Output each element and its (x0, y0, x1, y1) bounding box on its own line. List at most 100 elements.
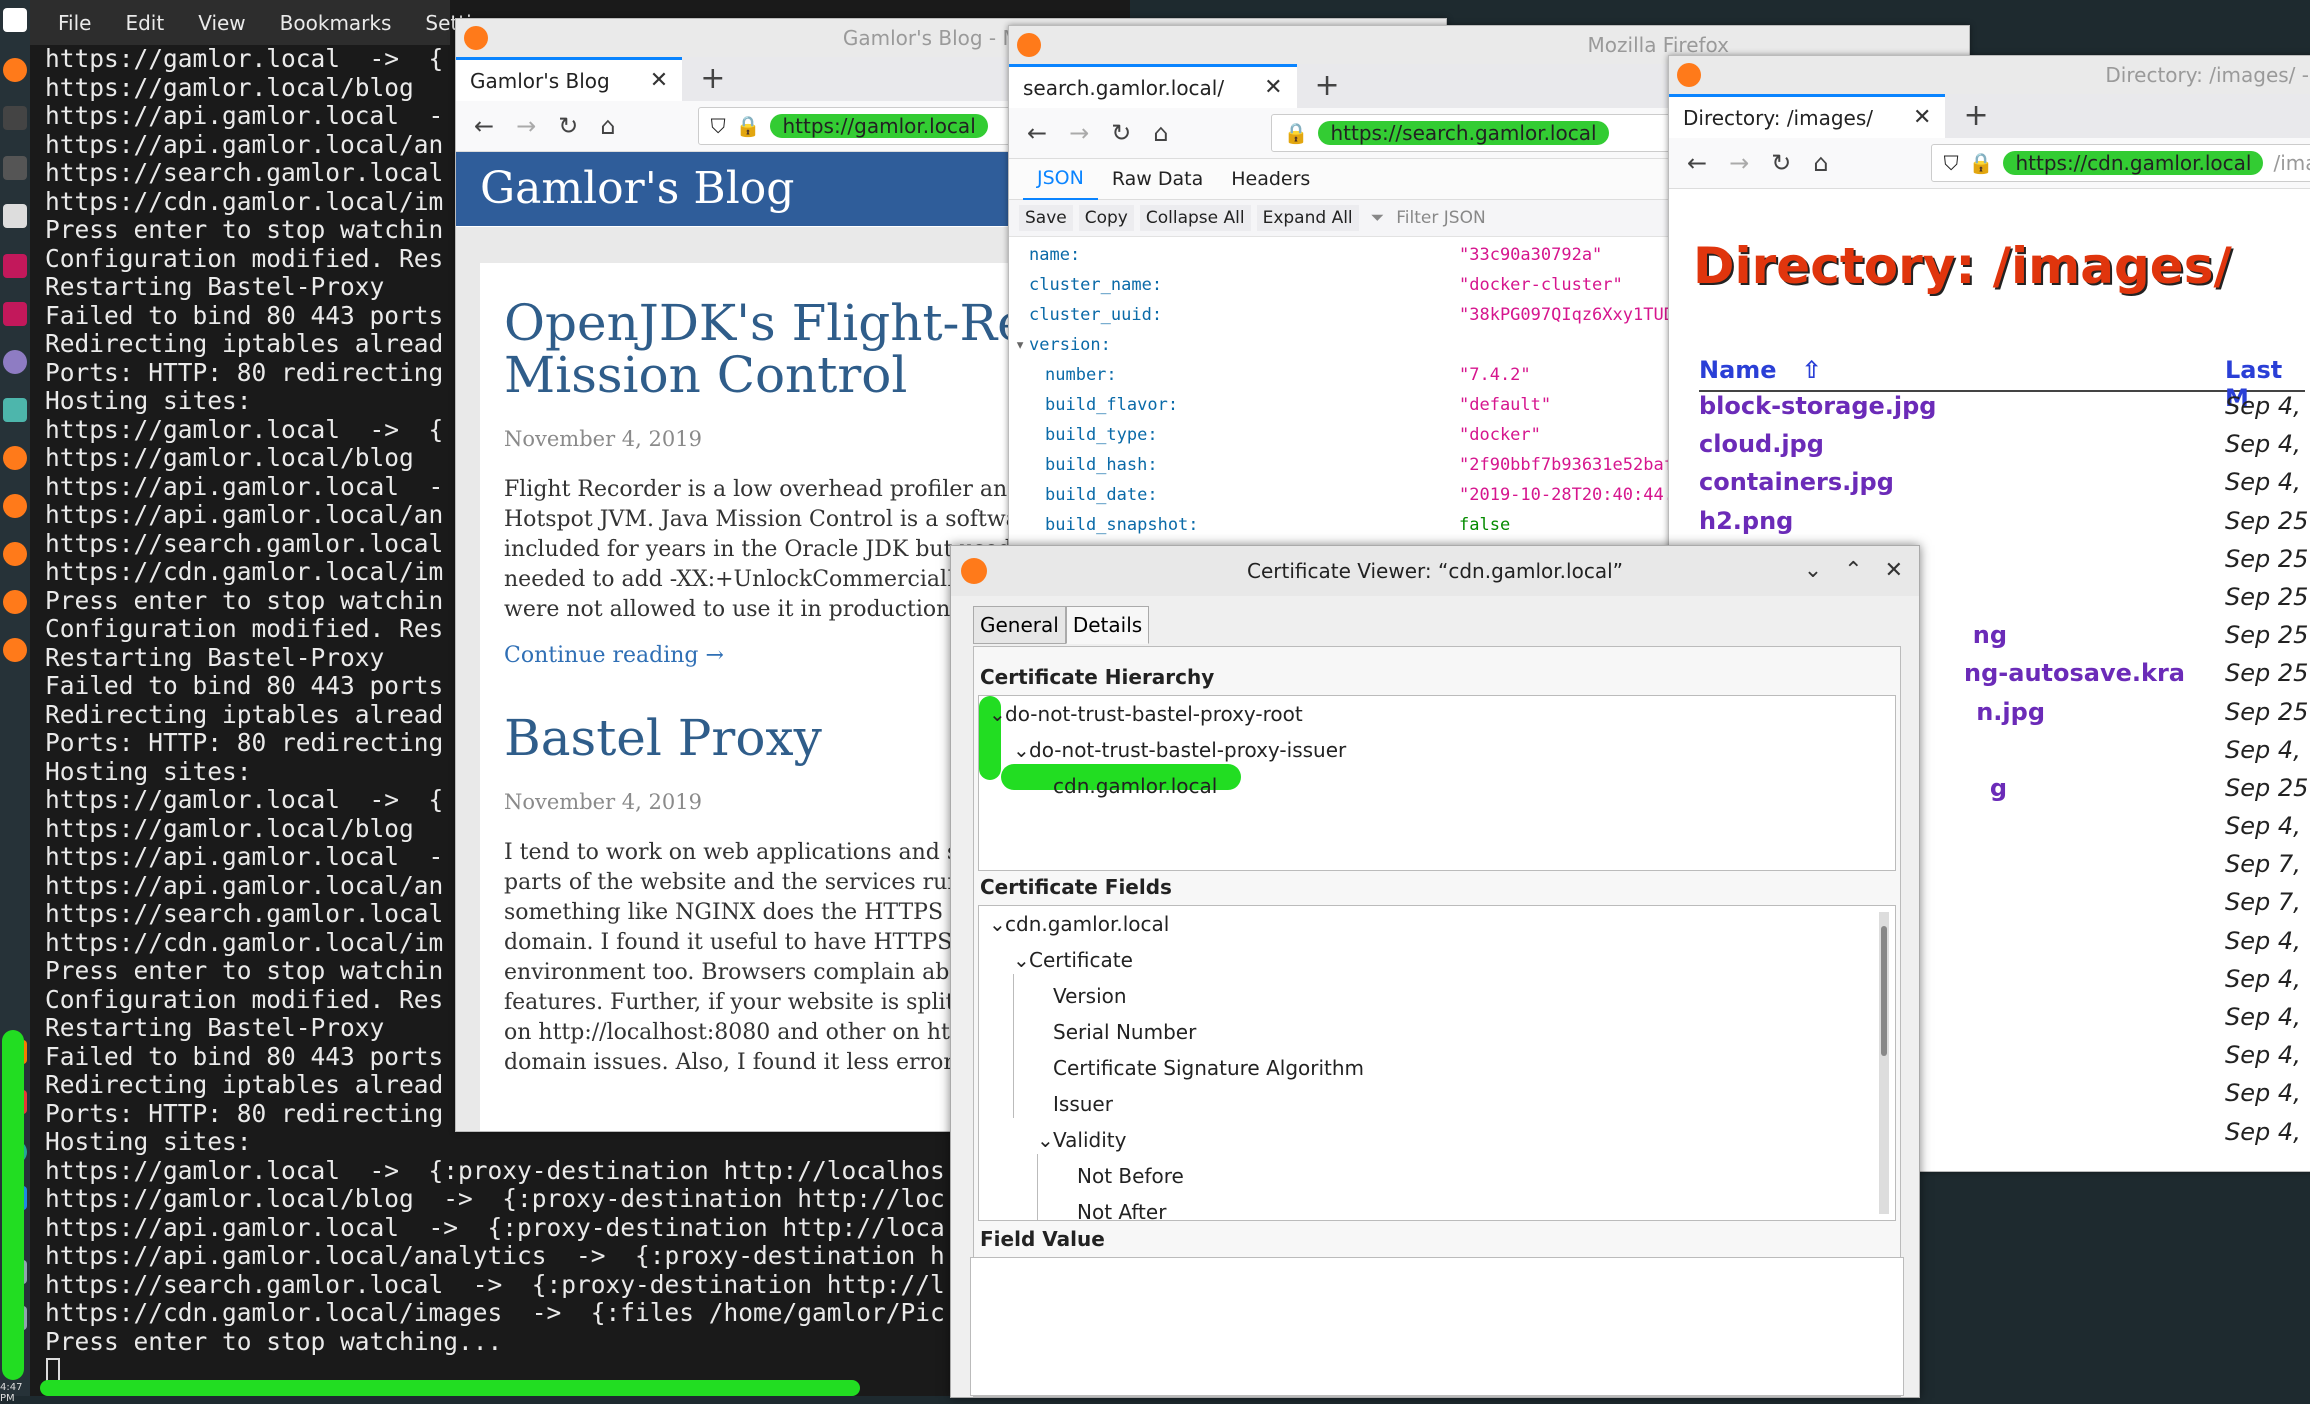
new-tab-button[interactable]: + (1297, 64, 1358, 108)
cert-field-item[interactable]: Certificate (1029, 948, 1133, 972)
firefox-icon[interactable] (3, 590, 27, 614)
hierarchy-tree: ⌄ do-not-trust-bastel-proxy-root ⌄ do-no… (978, 695, 1896, 871)
expander-icon[interactable]: ⌄ (989, 702, 1006, 726)
column-last-modified[interactable]: Last M (2225, 356, 2305, 412)
hierarchy-issuer[interactable]: do-not-trust-bastel-proxy-issuer (1029, 738, 1346, 762)
json-value: "docker" (1459, 425, 1541, 445)
tab-headers[interactable]: Headers (1217, 159, 1324, 199)
home-icon[interactable]: ⌂ (600, 112, 615, 140)
expander-icon[interactable]: ⌄ (1013, 738, 1030, 762)
fields-label: Certificate Fields (980, 875, 1172, 899)
tree-line (1013, 1010, 1014, 1046)
firefox-icon[interactable] (3, 638, 27, 662)
minimize-icon[interactable]: ⌄ (1804, 546, 1822, 596)
back-icon[interactable]: ← (1027, 119, 1047, 147)
cert-field-item[interactable]: cdn.gamlor.local (1005, 912, 1169, 936)
reload-icon[interactable]: ↻ (558, 112, 578, 140)
lock-icon: 🔒 (1968, 151, 1994, 175)
firefox-icon[interactable] (3, 542, 27, 566)
tab-directory[interactable]: Directory: /images/ ✕ (1669, 94, 1946, 138)
firefox-icon[interactable] (3, 58, 27, 82)
hierarchy-leaf[interactable]: cdn.gamlor.local (1053, 774, 1217, 798)
certificate-viewer-dialog[interactable]: Certificate Viewer: “cdn.gamlor.local” ⌄… (950, 545, 1920, 1398)
tree-line (1013, 974, 1014, 1010)
back-icon[interactable]: ← (474, 112, 494, 140)
new-tab-button[interactable]: + (682, 57, 743, 101)
expander-icon[interactable]: ⌄ (1037, 1128, 1054, 1152)
url-bar[interactable]: ⛉ 🔒 https://cdn.gamlor.local/images (1930, 144, 2310, 182)
maximize-icon[interactable]: ⌃ (1844, 546, 1862, 596)
cert-field-item[interactable]: Validity (1053, 1128, 1126, 1152)
reload-icon[interactable]: ↻ (1111, 119, 1131, 147)
green-annotation (40, 1380, 860, 1396)
firefox-icon (464, 26, 488, 50)
firefox-icon[interactable] (3, 494, 27, 518)
field-value-box[interactable] (970, 1257, 1904, 1396)
tab-details[interactable]: Details (1065, 606, 1150, 644)
tab-raw-data[interactable]: Raw Data (1098, 159, 1217, 199)
expander-icon[interactable]: ▾ (1015, 335, 1025, 355)
json-value: "2019-10-28T20:40:44. (1459, 485, 1674, 505)
file-date: Sep 4, (2225, 430, 2301, 459)
forward-icon[interactable]: → (1729, 149, 1749, 177)
close-icon[interactable]: ✕ (1885, 546, 1903, 596)
cert-field-item[interactable]: Not Before (1077, 1164, 1184, 1188)
scrollbar[interactable] (1879, 912, 1889, 1214)
cert-field-item[interactable]: Version (1053, 984, 1127, 1008)
menu-edit[interactable]: Edit (125, 11, 164, 35)
expander-icon[interactable]: ⌄ (1013, 948, 1030, 972)
close-icon[interactable]: ✕ (1264, 75, 1282, 100)
tab-general[interactable]: General (973, 606, 1066, 644)
dialog-title: Certificate Viewer: “cdn.gamlor.local” ⌄… (951, 546, 1919, 596)
firefox-icon[interactable] (3, 446, 27, 470)
file-link[interactable]: h2.png (1699, 507, 2225, 545)
expander-icon[interactable]: ⌄ (989, 912, 1006, 936)
files-icon[interactable] (3, 398, 27, 422)
file-link[interactable]: cloud.jpg (1699, 430, 2225, 468)
close-icon[interactable]: ✕ (650, 68, 668, 93)
home-icon[interactable]: ⌂ (1813, 149, 1828, 177)
json-key: version: (1029, 335, 1111, 355)
copy-button[interactable]: Copy (1078, 205, 1134, 231)
close-icon[interactable]: ✕ (1913, 105, 1931, 130)
collapse-all-button[interactable]: Collapse All (1139, 205, 1251, 231)
file-date: Sep 25 (2225, 659, 2309, 688)
hierarchy-root[interactable]: do-not-trust-bastel-proxy-root (1005, 702, 1303, 726)
cert-field-item[interactable]: Certificate Signature Algorithm (1053, 1056, 1364, 1080)
cert-field-item[interactable]: Not After (1077, 1200, 1166, 1220)
fields-tree: ⌄ cdn.gamlor.local ⌄ Certificate Version Seri… (978, 905, 1896, 1221)
menu-bookmarks[interactable]: Bookmarks (280, 11, 392, 35)
tab-json[interactable]: JSON (1023, 158, 1098, 200)
file-link[interactable]: block-storage.jpg (1699, 392, 2225, 430)
file-link[interactable]: containers.jpg (1699, 468, 2225, 506)
tree-line (1013, 1082, 1014, 1118)
filter-json-input[interactable]: Filter JSON (1396, 208, 1485, 228)
intellij-icon[interactable] (3, 254, 27, 278)
scrollbar-thumb[interactable] (1881, 926, 1887, 1056)
tab-blog[interactable]: Gamlor's Blog ✕ (456, 57, 683, 101)
menu-file[interactable]: File (58, 11, 91, 35)
file-date: Sep 4, (2225, 964, 2301, 993)
terminal-icon[interactable] (3, 106, 27, 130)
new-tab-button[interactable]: + (1945, 94, 2006, 138)
home-icon[interactable]: ⌂ (1153, 119, 1168, 147)
cert-field-item[interactable]: Serial Number (1053, 1020, 1196, 1044)
expand-all-button[interactable]: Expand All (1256, 205, 1359, 231)
reload-icon[interactable]: ↻ (1771, 149, 1791, 177)
menu-view[interactable]: View (198, 11, 245, 35)
listing-header: Name ⇧ Last M (1699, 356, 2308, 412)
forward-icon[interactable]: → (516, 112, 536, 140)
document-icon[interactable] (3, 204, 27, 228)
back-icon[interactable]: ← (1687, 149, 1707, 177)
tree-line (1037, 1190, 1038, 1220)
sort-up-icon[interactable]: ⇧ (1802, 356, 1822, 384)
forward-icon[interactable]: → (1069, 119, 1089, 147)
save-button[interactable]: Save (1019, 205, 1073, 231)
app-icon[interactable] (3, 350, 27, 374)
app-icon[interactable] (3, 156, 27, 180)
menu-icon[interactable] (3, 8, 27, 32)
cert-field-item[interactable]: Issuer (1053, 1092, 1113, 1116)
column-name[interactable]: Name (1699, 356, 1777, 384)
intellij-icon[interactable] (3, 302, 27, 326)
tab-search[interactable]: search.gamlor.local/ ✕ (1009, 64, 1297, 108)
